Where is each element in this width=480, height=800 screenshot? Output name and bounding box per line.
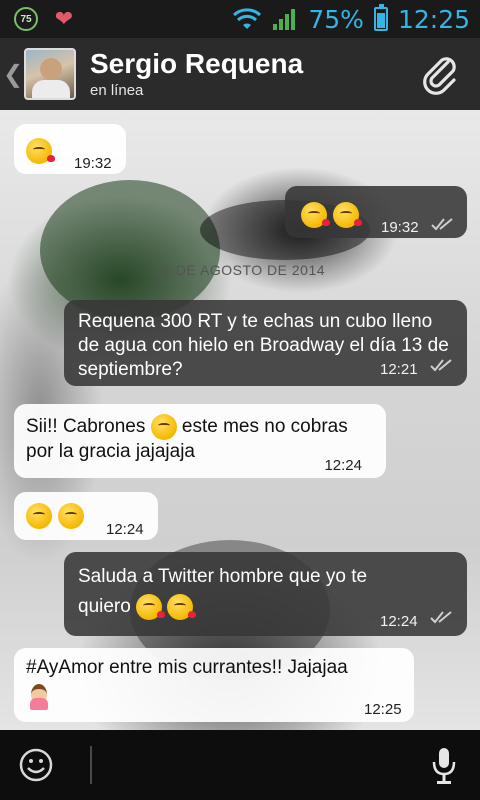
- message-text-part: Saluda a Twitter hombre que yo te quiero: [78, 566, 368, 617]
- read-ticks-icon: [430, 611, 452, 624]
- contact-info[interactable]: Sergio Requena en línea: [90, 48, 303, 100]
- message-time: 12:24: [380, 613, 418, 630]
- message-input[interactable]: [90, 746, 92, 784]
- unamused-emoji: [150, 414, 177, 440]
- avatar[interactable]: [24, 48, 76, 100]
- message-text: Saluda a Twitter hombre que yo te quiero: [78, 562, 398, 622]
- paperclip-icon[interactable]: [418, 52, 462, 96]
- message-time: 19:32: [381, 219, 419, 236]
- raising-hand-girl-emoji: [28, 684, 50, 710]
- signal-icon: [273, 9, 296, 30]
- tongue-emoji: [26, 503, 52, 529]
- message-bubble-incoming[interactable]: 19:32: [14, 124, 126, 174]
- message-bubble-outgoing[interactable]: 19:32: [285, 186, 467, 238]
- status-bar: 75 ❤ 75% 12:25: [0, 0, 480, 38]
- smiley-icon[interactable]: [18, 747, 54, 783]
- message-time: 12:24: [324, 457, 362, 474]
- read-ticks-icon: [430, 359, 452, 372]
- chat-header[interactable]: ❮ Sergio Requena en línea: [0, 38, 480, 110]
- broken-heart-icon: ❤: [54, 6, 74, 31]
- notification-badge-icon: 75: [14, 7, 38, 31]
- wallpaper-figure: [40, 180, 220, 320]
- message-text: #AyAmor entre mis currantes!! Jajajaa: [26, 657, 348, 678]
- date-divider: 27 DE AGOSTO DE 2014: [154, 262, 326, 278]
- message-time: 12:21: [380, 361, 418, 378]
- message-bubble-incoming[interactable]: 12:24: [14, 492, 158, 540]
- kiss-emoji: [136, 593, 166, 620]
- message-bubble-incoming[interactable]: Sii!! Cabrones este mes no cobras por la…: [14, 404, 386, 478]
- message-time: 12:24: [106, 521, 144, 538]
- read-ticks-icon: [431, 218, 453, 231]
- message-time: 19:32: [74, 155, 112, 172]
- back-chevron-icon[interactable]: ❮: [2, 60, 24, 89]
- message-bubble-incoming[interactable]: #AyAmor entre mis currantes!! Jajajaa 12…: [14, 648, 414, 722]
- contact-status: en línea: [90, 82, 144, 99]
- clock: 12:25: [397, 4, 470, 34]
- tongue-emoji: [58, 503, 84, 529]
- battery-icon: [373, 4, 388, 31]
- battery-percent: 75%: [308, 4, 364, 34]
- chat-area[interactable]: 19:32 19:32 27 DE AGOSTO DE 2014 Requena…: [0, 110, 480, 730]
- kiss-emoji: [167, 593, 197, 620]
- kiss-emoji: [301, 202, 330, 228]
- kiss-emoji: [333, 202, 362, 228]
- wifi-icon: [233, 8, 262, 29]
- message-text-part: Sii!! Cabrones: [26, 416, 146, 438]
- microphone-icon[interactable]: [430, 746, 458, 786]
- contact-name: Sergio Requena: [90, 48, 304, 79]
- kiss-emoji: [26, 138, 55, 164]
- input-bar: [0, 730, 480, 800]
- message-time: 12:25: [364, 701, 402, 718]
- message-bubble-outgoing[interactable]: Saluda a Twitter hombre que yo te quiero…: [64, 552, 467, 636]
- message-bubble-outgoing[interactable]: Requena 300 RT y te echas un cubo lleno …: [64, 300, 467, 386]
